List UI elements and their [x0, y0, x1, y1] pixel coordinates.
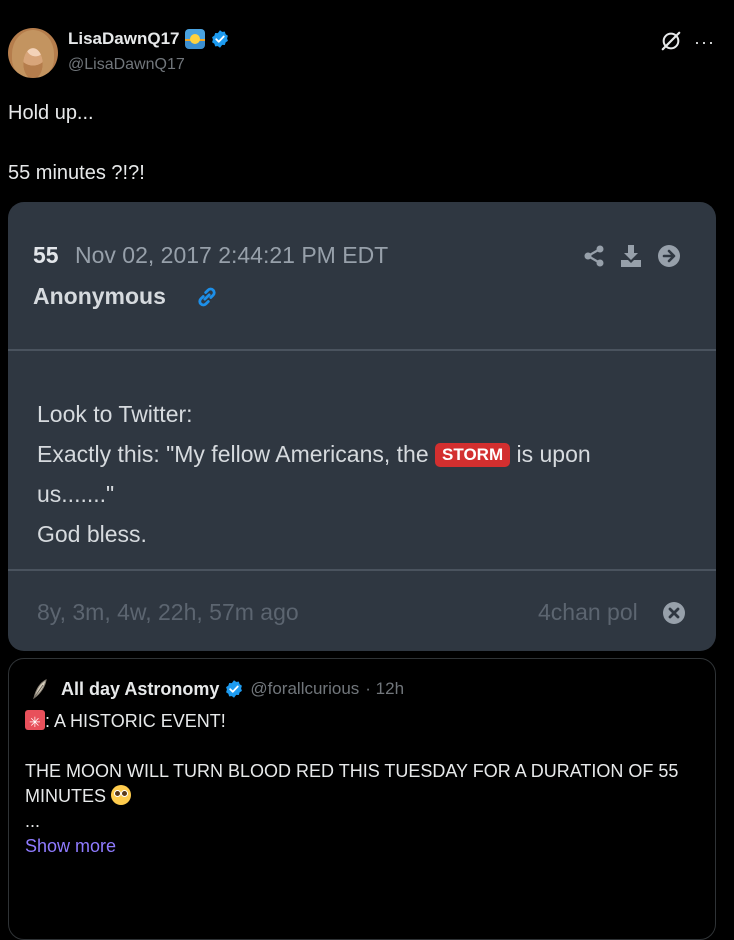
tweet-text-line-1: Hold up...	[8, 102, 94, 124]
drop-body-line-1: Look to Twitter:	[37, 401, 193, 427]
siren-emoji-icon	[25, 710, 45, 735]
quoted-text-line-3-text: MINUTES	[25, 786, 106, 806]
drop-body-line-4: God bless.	[37, 521, 147, 547]
drop-number: 55	[33, 242, 59, 268]
tweet-text: Hold up... 55 minutes ?!?!	[8, 98, 145, 188]
tweet-text-line-2: 55 minutes ?!?!	[8, 162, 145, 184]
drop-source: 4chan pol	[538, 599, 638, 625]
download-icon	[621, 245, 641, 267]
quoted-handle[interactable]: @forallcurious	[250, 679, 359, 699]
quoted-tweet[interactable]: All day Astronomy @forallcurious · 12h :…	[8, 658, 716, 940]
avatar[interactable]	[8, 28, 58, 78]
drop-body-line-3: us......."	[37, 481, 115, 507]
flushed-emoji-icon	[111, 785, 132, 805]
share-icon	[584, 245, 604, 267]
quoted-text: : A HISTORIC EVENT! THE MOON WILL TURN B…	[25, 709, 695, 859]
drop-body-line-2-post: is upon	[510, 441, 591, 467]
verified-badge-icon	[226, 680, 243, 698]
drop-date: Nov 02, 2017 2:44:21 PM EDT	[75, 242, 389, 268]
quoted-text-line-1: : A HISTORIC EVENT!	[25, 709, 695, 735]
drop-body-line-2-pre: Exactly this: "My fellow Americans, the	[37, 441, 436, 467]
author-row: LisaDawnQ17	[68, 29, 230, 49]
display-name[interactable]: LisaDawnQ17	[68, 29, 180, 49]
quill-avatar-icon	[33, 679, 47, 700]
handle[interactable]: @LisaDawnQ17	[68, 56, 185, 74]
drop-author: Anonymous	[33, 283, 166, 309]
show-more-link[interactable]: Show more	[25, 834, 695, 859]
drop-body-line-2: Exactly this: "My fellow Americans, the …	[37, 434, 697, 474]
grok-icon[interactable]	[660, 30, 682, 52]
link-icon	[198, 287, 216, 307]
sunrise-icon	[184, 29, 205, 49]
arrow-right-icon	[658, 245, 680, 267]
quoted-timestamp[interactable]: · 12h	[365, 679, 404, 699]
drop-header: 55 Nov 02, 2017 2:44:21 PM EDT Anonymous	[8, 202, 716, 350]
drop-divider-top	[8, 349, 716, 351]
close-icon	[663, 602, 685, 624]
quoted-author-row: All day Astronomy @forallcurious · 12h	[31, 678, 404, 700]
storm-tag: STORM	[435, 443, 511, 467]
quoted-text-line-3: MINUTES	[25, 784, 695, 809]
drop-age: 8y, 3m, 4w, 22h, 57m ago	[37, 599, 299, 625]
quoted-ellipsis: ...	[25, 811, 41, 831]
q-drop-image[interactable]: 55 Nov 02, 2017 2:44:21 PM EDT Anonymous…	[8, 202, 716, 651]
drop-body: Look to Twitter: Exactly this: "My fello…	[37, 394, 697, 554]
more-icon[interactable]: ···	[694, 32, 715, 53]
verified-badge-icon	[211, 30, 228, 48]
tweet-header: LisaDawnQ17 @LisaDawnQ17 ···	[0, 0, 734, 90]
quoted-text-line-2: THE MOON WILL TURN BLOOD RED THIS TUESDA…	[25, 761, 679, 781]
drop-divider-bottom	[8, 569, 716, 571]
quoted-blank-line	[25, 734, 695, 759]
quoted-display-name[interactable]: All day Astronomy	[61, 679, 219, 700]
quoted-text-line-1-text: : A HISTORIC EVENT!	[45, 711, 226, 731]
